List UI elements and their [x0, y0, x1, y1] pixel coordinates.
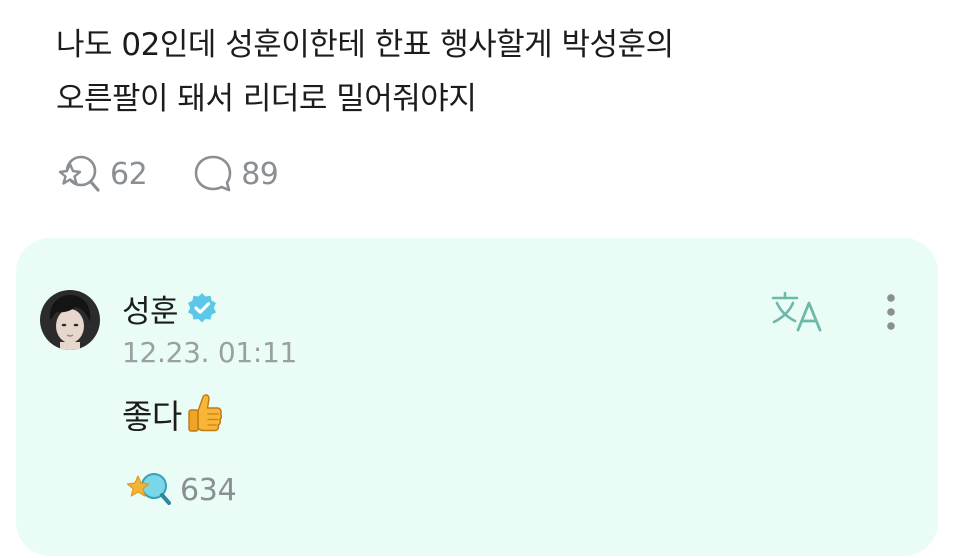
post-page: 나도 02인데 성훈이한테 한표 행사할게 박성훈의 오른팔이 돼서 리더로 밀…	[0, 0, 965, 558]
post-text-line: 나도 02인데 성훈이한테 한표 행사할게 박성훈의	[56, 27, 674, 63]
post-like-count: 62	[110, 156, 148, 192]
sparkle-magnifier-icon	[56, 152, 102, 196]
speech-bubble-icon	[193, 154, 233, 194]
thumbs-up-icon	[182, 391, 224, 437]
post-text-line: 오른팔이 돼서 리더로 밀어줘야지	[56, 81, 477, 117]
reply-timestamp: 12.23. 01:11	[122, 336, 298, 369]
author-row: 성훈	[122, 286, 218, 331]
vertical-ellipsis-icon	[876, 294, 906, 340]
more-options-button[interactable]	[876, 290, 906, 336]
sparkle-magnifier-icon	[124, 470, 172, 510]
reply-like-button[interactable]: 634	[124, 470, 237, 510]
post-comment-button[interactable]: 89	[193, 154, 279, 194]
translate-button[interactable]	[770, 290, 828, 336]
post-like-button[interactable]: 62	[56, 152, 148, 196]
reply-text: 좋다	[122, 397, 182, 436]
translate-icon	[770, 291, 828, 340]
reply-body: 좋다	[122, 390, 224, 438]
avatar[interactable]	[40, 290, 100, 350]
author-name[interactable]: 성훈	[122, 286, 179, 331]
post-text: 나도 02인데 성훈이한테 한표 행사할게 박성훈의 오른팔이 돼서 리더로 밀…	[56, 18, 916, 126]
reply-like-count: 634	[180, 472, 237, 508]
reply-card: 성훈 12.23. 01:11 좋다 634	[16, 238, 938, 556]
post-comment-count: 89	[241, 156, 279, 192]
verified-badge-icon	[178, 292, 218, 324]
post-stats: 62 89	[56, 152, 279, 196]
